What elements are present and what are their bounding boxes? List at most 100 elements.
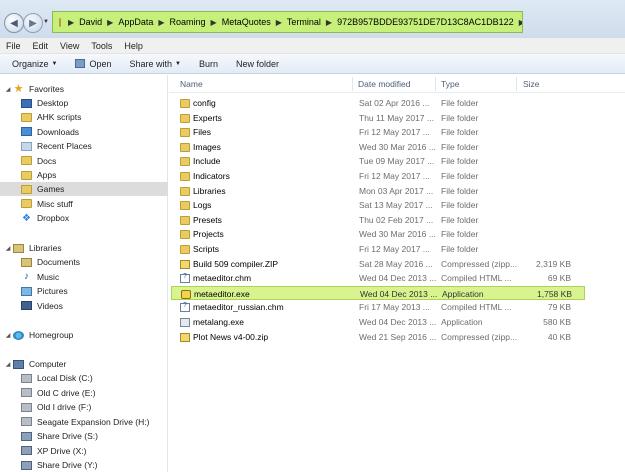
nav-item[interactable]: ❖ Dropbox (0, 211, 168, 225)
file-row[interactable]: Build 509 compiler.ZIP Sat 28 May 2016 ..… (171, 257, 585, 271)
breadcrumb-separator-icon[interactable]: ▶ (68, 18, 74, 27)
nav-item[interactable]: Share Drive (S:) (0, 429, 168, 443)
file-row[interactable]: Presets Thu 02 Feb 2017 ... File folder (171, 213, 585, 227)
breadcrumb-item[interactable]: MetaQuotes (222, 17, 271, 27)
file-row[interactable]: Images Wed 30 Mar 2016 ... File folder (171, 140, 585, 154)
breadcrumb-item[interactable]: Terminal (287, 17, 321, 27)
folder-icon (180, 172, 190, 181)
file-type: Compressed (zipp... (441, 258, 518, 269)
drive-icon (21, 417, 32, 426)
organize-button[interactable]: Organize ▼ (12, 59, 57, 69)
breadcrumb-item[interactable]: Roaming (170, 17, 206, 27)
nav-item[interactable]: Pictures (0, 284, 168, 298)
file-type: File folder (441, 171, 479, 181)
file-row[interactable]: config Sat 02 Apr 2016 ... File folder (171, 96, 585, 110)
nav-group-favorites[interactable]: ◢ ★ Favorites (0, 82, 168, 96)
expand-arrow-icon[interactable]: ◢ (3, 86, 13, 93)
nav-item[interactable]: Share Drive (Y:) (0, 458, 168, 472)
nav-group-libraries[interactable]: ◢ Libraries (0, 241, 168, 255)
nav-item[interactable]: XP Drive (X:) (0, 444, 168, 458)
forward-button[interactable]: ▶ (23, 13, 43, 33)
file-row[interactable]: Scripts Fri 12 May 2017 ... File folder (171, 242, 585, 256)
open-button[interactable]: Open (75, 59, 112, 69)
file-name: Plot News v4-00.zip (193, 331, 269, 342)
desktop-icon (21, 98, 32, 108)
column-header-type[interactable]: Type (441, 79, 459, 89)
file-type: Compiled HTML ... (441, 302, 512, 313)
file-row[interactable]: metalang.exe Wed 04 Dec 2013 ... Applicati… (171, 315, 585, 329)
file-row[interactable]: metaeditor_russian.chm Fri 17 May 2013 ..… (171, 300, 585, 314)
back-arrow-icon: ◀ (10, 17, 18, 29)
file-row[interactable]: Experts Thu 11 May 2017 ... File folder (171, 111, 585, 125)
nav-group-homegroup[interactable]: ◢ Homegroup (0, 328, 168, 342)
breadcrumb-separator-icon[interactable]: ▶ (107, 18, 113, 27)
menu-item[interactable]: View (60, 41, 79, 51)
column-headers: Name Date modified Type Size (169, 75, 625, 93)
recent-pages-dropdown-icon[interactable]: ▼ (43, 19, 49, 25)
file-row[interactable]: Include Tue 09 May 2017 ... File folder (171, 154, 585, 168)
nav-item[interactable]: Seagate Expansion Drive (H:) (0, 415, 168, 429)
file-row[interactable]: Files Fri 12 May 2017 ... File folder (171, 125, 585, 139)
nav-item[interactable]: Downloads (0, 125, 168, 139)
menu-item[interactable]: Help (124, 41, 143, 51)
column-divider[interactable] (435, 77, 436, 91)
column-divider[interactable] (352, 77, 353, 91)
breadcrumb-separator-icon[interactable]: ▶ (276, 18, 282, 27)
address-bar[interactable]: ▶ David ▶ AppData ▶ Roaming ▶ MetaQuotes ▶ Termin… (52, 11, 523, 33)
column-header-name[interactable]: Name (180, 79, 203, 89)
nav-item[interactable]: AHK scripts (0, 110, 168, 124)
folder-icon (180, 157, 190, 167)
menu-item[interactable]: Edit (33, 41, 49, 51)
column-header-size[interactable]: Size (523, 79, 540, 89)
file-row[interactable]: Indicators Fri 12 May 2017 ... File folder (171, 169, 585, 183)
application-icon (75, 59, 86, 68)
file-row[interactable]: metaeditor.chm Wed 04 Dec 2013 ... Compile… (171, 271, 585, 285)
share-with-button[interactable]: Share with ▼ (130, 59, 181, 69)
nav-item[interactable]: Videos (0, 299, 168, 313)
file-row[interactable]: Logs Sat 13 May 2017 ... File folder (171, 198, 585, 212)
nav-item[interactable]: Games (0, 182, 168, 197)
breadcrumb-separator-icon[interactable]: ▶ (211, 18, 217, 27)
breadcrumb-separator-icon[interactable]: ▶ (158, 18, 164, 27)
menu-item[interactable]: File (6, 41, 21, 51)
nav-item[interactable]: Local Disk (C:) (0, 371, 168, 385)
breadcrumb-separator-icon[interactable]: ▶ (519, 18, 522, 27)
nav-item[interactable]: Old C drive (E:) (0, 386, 168, 400)
file-row[interactable]: Plot News v4-00.zip Wed 21 Sep 2016 ... Co… (171, 330, 585, 344)
file-type: File folder (441, 112, 479, 123)
file-date-modified: Sat 28 May 2016 ... (359, 258, 433, 269)
burn-button[interactable]: Burn (199, 59, 218, 69)
nav-item[interactable]: Desktop (0, 96, 168, 110)
new-folder-button[interactable]: New folder (236, 59, 279, 69)
breadcrumb-item[interactable]: David (79, 17, 102, 27)
breadcrumb-item[interactable]: 972B957BDDE93751DE7D13C8AC1DB122 (337, 17, 514, 27)
drive-icon (21, 388, 32, 397)
nav-item[interactable]: Apps (0, 168, 168, 182)
nav-item[interactable]: Misc stuff (0, 197, 168, 211)
nav-group-computer[interactable]: ◢ Computer (0, 357, 168, 371)
nav-item[interactable]: Recent Places (0, 139, 168, 153)
nav-item[interactable]: Docs (0, 154, 168, 168)
back-button[interactable]: ◀ (4, 13, 24, 33)
file-row[interactable]: Libraries Mon 03 Apr 2017 ... File folder (171, 184, 585, 198)
breadcrumb-item[interactable]: AppData (118, 17, 153, 27)
column-header-date[interactable]: Date modified (358, 79, 410, 89)
nav-item[interactable]: ♪ Music (0, 270, 168, 284)
expand-arrow-icon[interactable]: ◢ (3, 245, 13, 252)
nav-item-label: Dropbox (37, 213, 70, 224)
breadcrumb-separator-icon[interactable]: ▶ (326, 18, 332, 27)
expand-arrow-icon[interactable]: ◢ (3, 361, 13, 368)
expand-arrow-icon[interactable]: ◢ (3, 332, 13, 339)
file-row[interactable]: metaeditor.exe Wed 04 Dec 2013 ... Applica… (171, 285, 585, 300)
nav-item[interactable]: Old I drive (F:) (0, 400, 168, 414)
file-size: 2,319 KB (536, 258, 571, 269)
downloads-icon (21, 127, 32, 137)
file-row[interactable]: Projects Wed 30 Mar 2016 ... File folder (171, 227, 585, 241)
file-date-modified: Thu 11 May 2017 ... (359, 112, 434, 123)
folder-icon (180, 215, 190, 225)
nav-item-label: Recent Places (37, 141, 92, 152)
nav-item[interactable]: Documents (0, 255, 168, 269)
menu-item[interactable]: Tools (91, 41, 112, 51)
column-divider[interactable] (516, 77, 517, 91)
file-name: Files (193, 127, 211, 138)
